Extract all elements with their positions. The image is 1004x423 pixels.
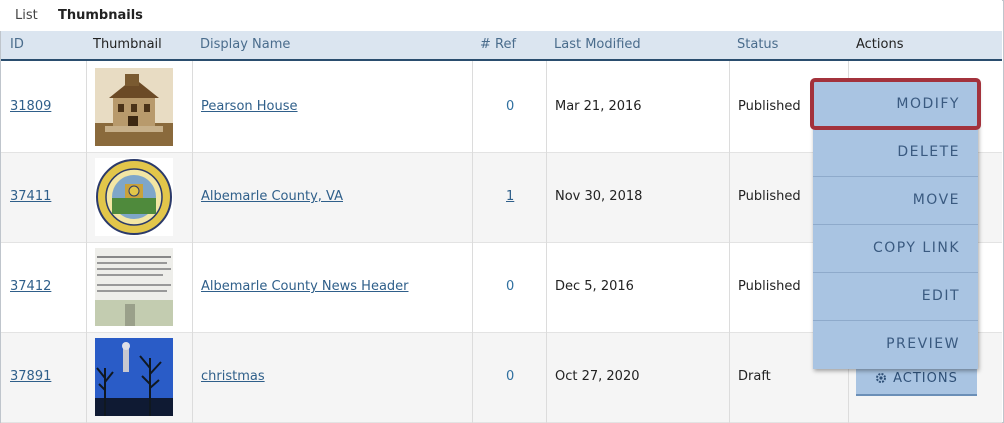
column-divider (546, 61, 547, 423)
row-id-link[interactable]: 37411 (10, 189, 51, 204)
house-photo-icon (95, 68, 173, 146)
gear-icon (876, 373, 887, 383)
column-header-status[interactable]: Status (737, 37, 778, 52)
last-modified: Dec 5, 2016 (555, 279, 634, 294)
last-modified: Oct 27, 2020 (555, 369, 640, 384)
column-divider (472, 61, 473, 423)
display-name-link[interactable]: Albemarle County, VA (201, 189, 343, 204)
display-name-link[interactable]: Albemarle County News Header (201, 279, 409, 294)
ref-count: 0 (506, 369, 515, 384)
column-header-ref[interactable]: # Ref (480, 37, 516, 52)
column-divider (192, 61, 193, 423)
menu-item-copy-link[interactable]: COPY LINK (813, 225, 978, 273)
status-text: Draft (738, 369, 771, 384)
menu-item-move[interactable]: MOVE (813, 177, 978, 225)
thumbnail-image[interactable] (95, 68, 173, 146)
actions-menu: MODIFY DELETE MOVE COPY LINK EDIT PREVIE… (813, 81, 978, 369)
ref-count: 0 (506, 99, 515, 114)
ref-count-link[interactable]: 1 (506, 189, 514, 204)
column-header-thumbnail: Thumbnail (93, 37, 162, 52)
column-header-display-name[interactable]: Display Name (200, 37, 290, 52)
menu-item-preview[interactable]: PREVIEW (813, 321, 978, 369)
row-id-link[interactable]: 31809 (10, 99, 51, 114)
tab-list[interactable]: List (15, 8, 38, 23)
column-divider (86, 61, 87, 423)
county-seal-icon (95, 158, 173, 236)
status-text: Published (738, 189, 801, 204)
menu-item-delete[interactable]: DELETE (813, 129, 978, 177)
ref-count: 0 (506, 279, 515, 294)
row-id-link[interactable]: 37412 (10, 279, 51, 294)
menu-item-modify[interactable]: MODIFY (813, 81, 978, 129)
view-tabs: List Thumbnails (0, 0, 1002, 31)
thumbnail-image[interactable] (95, 338, 173, 416)
column-header-last-modified[interactable]: Last Modified (554, 37, 641, 52)
status-text: Published (738, 279, 801, 294)
display-name-link[interactable]: christmas (201, 369, 265, 384)
last-modified: Mar 21, 2016 (555, 99, 642, 114)
display-name-link[interactable]: Pearson House (201, 99, 298, 114)
menu-item-edit[interactable]: EDIT (813, 273, 978, 321)
actions-button-label: ACTIONS (893, 370, 958, 386)
row-id-link[interactable]: 37891 (10, 369, 51, 384)
last-modified: Nov 30, 2018 (555, 189, 643, 204)
news-header-icon (95, 248, 173, 326)
column-header-actions: Actions (856, 37, 904, 52)
column-divider (729, 61, 730, 423)
thumbnail-image[interactable] (95, 248, 173, 326)
tab-thumbnails[interactable]: Thumbnails (58, 8, 143, 23)
status-text: Published (738, 99, 801, 114)
column-header-id[interactable]: ID (10, 37, 24, 52)
thumbnail-image[interactable] (95, 158, 173, 236)
christmas-photo-icon (95, 338, 173, 416)
table-header: ID Thumbnail Display Name # Ref Last Mod… (1, 31, 1002, 61)
